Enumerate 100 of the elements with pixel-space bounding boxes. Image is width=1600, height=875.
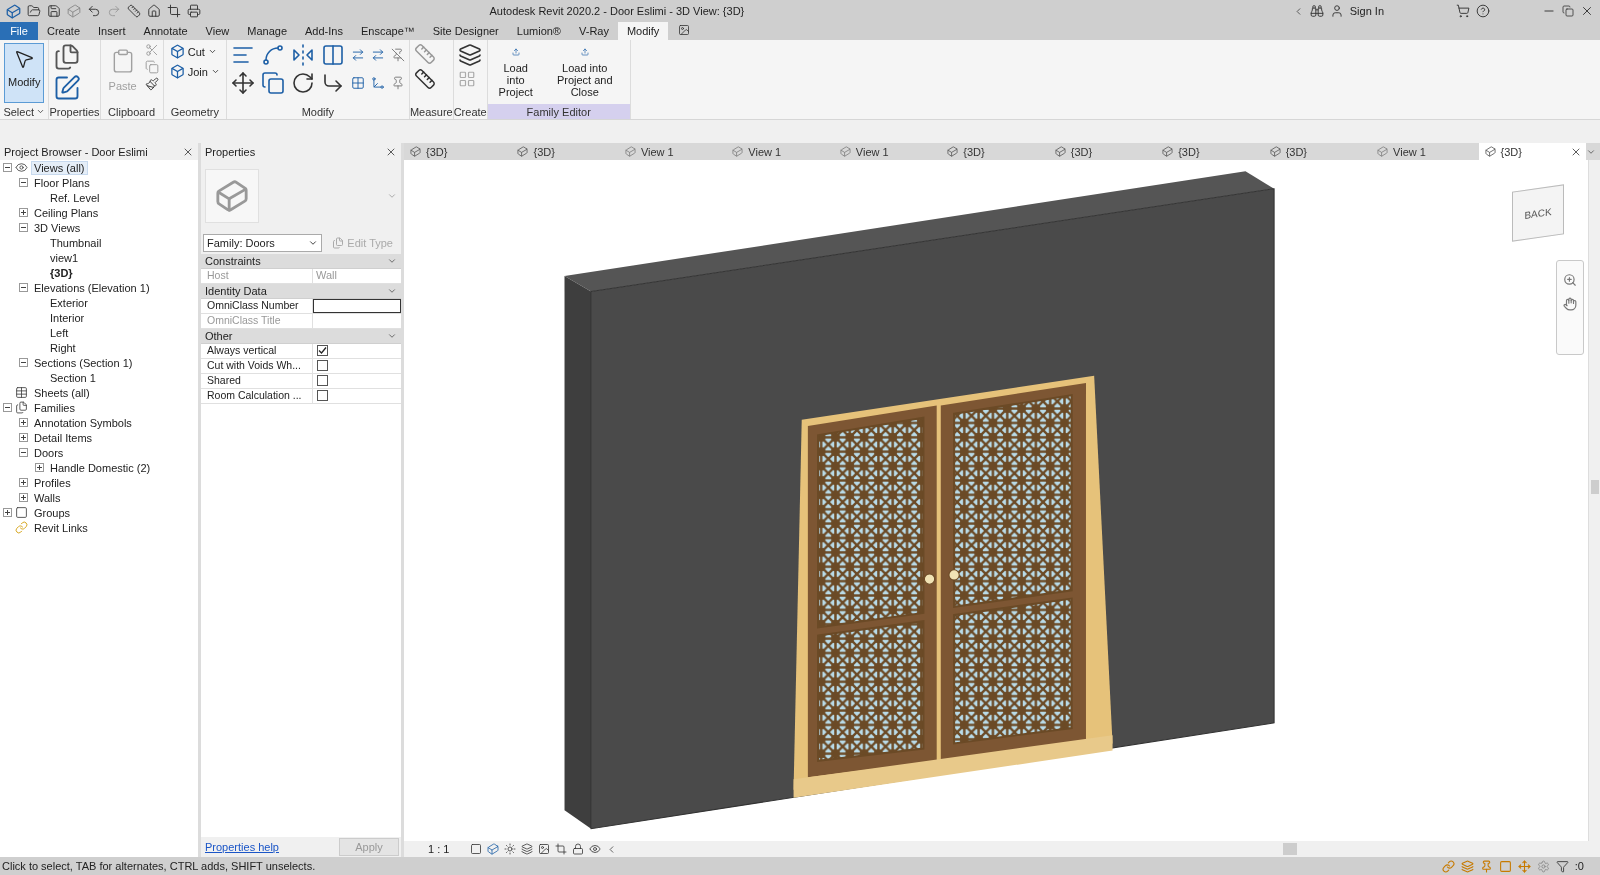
cart-icon[interactable] [1456, 4, 1470, 18]
modify-tool-button[interactable]: Modify [4, 43, 45, 103]
collapse-icon[interactable] [19, 178, 28, 187]
tree-item[interactable]: Interior [47, 310, 88, 325]
tree-item[interactable]: Exterior [47, 295, 91, 310]
hide-icon[interactable] [589, 843, 602, 855]
home-icon[interactable] [147, 4, 161, 18]
tree-item[interactable]: Groups [31, 505, 74, 520]
close-icon[interactable] [1580, 4, 1594, 18]
named-view-tab[interactable]: View 1 [1371, 143, 1479, 160]
expand-icon[interactable] [19, 478, 28, 487]
named-view-tab[interactable]: View 1 [618, 143, 727, 160]
tree-item[interactable]: Left [47, 325, 72, 340]
ribbon-tab[interactable]: Annotate [134, 22, 197, 40]
join-button[interactable]: Join [167, 63, 222, 80]
default-3d-view-tab[interactable]: {3D} [1478, 143, 1586, 160]
expand-icon[interactable] [19, 418, 28, 427]
tree-item[interactable]: Detail Items [31, 430, 96, 445]
ribbon-tab[interactable]: Lumion® [507, 22, 570, 40]
vertical-scrollbar[interactable] [1588, 160, 1600, 841]
named-view-tab[interactable]: View 1 [726, 143, 834, 160]
tree-item[interactable]: Annotation Symbols [31, 415, 135, 430]
ribbon-tab[interactable]: View [196, 22, 239, 40]
tree-item[interactable]: Right [47, 340, 79, 355]
app-logo[interactable] [6, 3, 21, 19]
move-icon[interactable] [230, 71, 255, 95]
tree-item[interactable]: Sheets (all) [31, 385, 93, 400]
paintbrush-icon[interactable] [144, 77, 159, 91]
collapse-icon[interactable] [19, 358, 28, 367]
expand-icon[interactable] [3, 508, 12, 517]
user-icon[interactable] [1329, 4, 1344, 18]
tree-item[interactable]: {3D} [47, 265, 76, 280]
checkbox[interactable] [317, 360, 328, 371]
tree-item[interactable]: Views (all) [31, 160, 88, 175]
ribbon-tab[interactable]: Enscape™ [351, 22, 424, 40]
default-3d-view-tab[interactable]: {3D} [1048, 143, 1157, 160]
ribbon-tab[interactable]: Insert [89, 22, 135, 40]
split-icon[interactable] [350, 48, 365, 62]
view-scale[interactable]: 1 : 1 [428, 843, 450, 855]
tree-item[interactable]: Thumbnail [47, 235, 105, 250]
default-3d-view-tab[interactable]: {3D} [1263, 143, 1372, 160]
copy-icon[interactable] [260, 71, 285, 95]
ribbon-tab[interactable]: File [0, 22, 38, 40]
tree-item[interactable]: Ref. Level [47, 190, 103, 205]
expand-icon[interactable] [19, 208, 28, 217]
ribbon-tab[interactable]: Modify [617, 22, 669, 40]
lock-icon[interactable] [572, 843, 585, 855]
input-field[interactable] [313, 299, 401, 313]
type-selector[interactable]: Family: Doors [203, 234, 323, 252]
sun-path-icon[interactable] [504, 843, 517, 855]
collapse-icon[interactable] [19, 283, 28, 292]
tree-item[interactable]: Families [31, 400, 78, 415]
properties-icon[interactable] [53, 74, 82, 102]
dimension-icon[interactable] [413, 68, 436, 90]
navigation-bar[interactable] [1556, 260, 1584, 355]
tree-item[interactable]: Ceiling Plans [31, 205, 102, 220]
tree-item[interactable]: Walls [31, 490, 64, 505]
tree-item[interactable]: Floor Plans [31, 175, 93, 190]
properties-help-link[interactable]: Properties help [205, 841, 279, 853]
view-cube[interactable]: BACK [1512, 184, 1564, 242]
checkbox[interactable] [317, 375, 328, 386]
collapse-icon[interactable] [3, 403, 12, 412]
checkbox[interactable] [317, 345, 328, 356]
tree-item[interactable]: Revit Links [31, 520, 91, 535]
collapse-icon[interactable] [3, 163, 12, 172]
checkbox[interactable] [317, 390, 328, 401]
unpin-icon[interactable] [390, 48, 405, 62]
tree-item[interactable]: Sections (Section 1) [31, 355, 136, 370]
default-3d-view-tab[interactable]: {3D} [404, 143, 512, 160]
save-icon[interactable] [47, 4, 61, 18]
zoom-icon[interactable] [1563, 273, 1577, 287]
sign-in-link[interactable]: Sign In [1349, 5, 1384, 17]
mirror-icon[interactable] [290, 43, 315, 67]
undo-icon[interactable] [87, 4, 101, 18]
load-and-close-button[interactable]: Load into Project and Close [543, 43, 626, 103]
tree-item[interactable]: Section 1 [47, 370, 99, 385]
ribbon-tab[interactable]: V-Ray [570, 22, 618, 40]
rotate-icon[interactable] [290, 71, 315, 95]
tree-item[interactable]: Profiles [31, 475, 74, 490]
default-3d-view-tab[interactable]: {3D} [511, 143, 619, 160]
default-3d-view-tab[interactable]: {3D} [1156, 143, 1264, 160]
tree-item[interactable]: Doors [31, 445, 67, 460]
ribbon-tab[interactable]: Site Designer [423, 22, 508, 40]
folder-icon[interactable] [27, 4, 41, 18]
tree-item[interactable]: Handle Domestic (2) [47, 460, 154, 475]
ribbon-tab[interactable]: Add-Ins [296, 22, 352, 40]
expand-icon[interactable] [35, 463, 44, 472]
binoculars-icon[interactable] [1309, 4, 1324, 18]
cut-button[interactable]: Cut [167, 43, 222, 60]
pan-icon[interactable] [1563, 297, 1577, 311]
collapse-icon[interactable] [19, 223, 28, 232]
expand-icon[interactable] [19, 493, 28, 502]
caret-icon[interactable] [36, 107, 45, 116]
print-icon[interactable] [187, 4, 201, 18]
restore-icon[interactable] [1562, 5, 1574, 17]
ribbon-tab[interactable]: Manage [238, 22, 296, 40]
ribbon-tab[interactable]: Create [38, 22, 90, 40]
load-into-project-button[interactable]: Load into Project [491, 43, 540, 103]
help-icon[interactable] [1476, 4, 1490, 18]
tree-item[interactable]: view1 [47, 250, 82, 265]
